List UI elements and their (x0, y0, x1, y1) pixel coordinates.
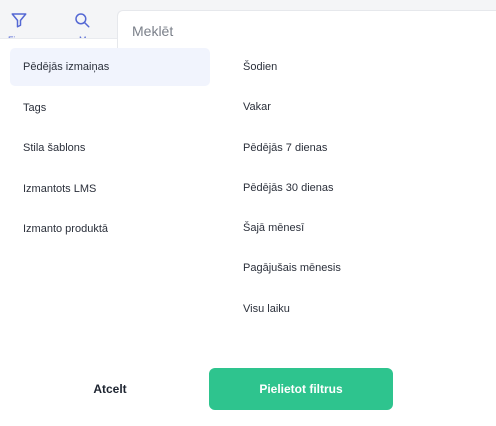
option-today[interactable]: Šodien (233, 48, 483, 86)
filter-option-list: Šodien Vakar Pēdējās 7 dienas Pēdējās 30… (233, 48, 483, 330)
apply-filters-button[interactable]: Pielietot filtrus (209, 368, 393, 410)
category-used-in-product[interactable]: Izmanto produktā (10, 210, 210, 248)
filter-category-list: Pēdējās izmaiņas Tags Stila šablons Izma… (10, 48, 210, 251)
option-all-time[interactable]: Visu laiku (233, 290, 483, 328)
search-icon (75, 13, 90, 28)
filter-icon (11, 13, 27, 28)
option-last-30-days[interactable]: Pēdējās 30 dienas (233, 169, 483, 207)
filter-tab-label: Fi (8, 35, 16, 38)
category-tags[interactable]: Tags (10, 89, 210, 127)
category-style-template[interactable]: Stila šablons (10, 129, 210, 167)
filter-tab[interactable]: Fi (0, 0, 40, 38)
option-this-month[interactable]: Šajā mēnesī (233, 209, 483, 247)
search-tab-label: Me (79, 35, 92, 38)
search-tab[interactable]: Me (63, 0, 103, 38)
option-yesterday[interactable]: Vakar (233, 88, 483, 126)
option-last-month[interactable]: Pagājušais mēnesis (233, 249, 483, 287)
option-last-7-days[interactable]: Pēdējās 7 dienas (233, 129, 483, 167)
search-box (117, 10, 496, 50)
cancel-button[interactable]: Atcelt (40, 368, 180, 410)
search-input[interactable] (132, 20, 472, 42)
category-used-lms[interactable]: Izmantots LMS (10, 170, 210, 208)
category-recent-changes[interactable]: Pēdējās izmaiņas (10, 48, 210, 86)
